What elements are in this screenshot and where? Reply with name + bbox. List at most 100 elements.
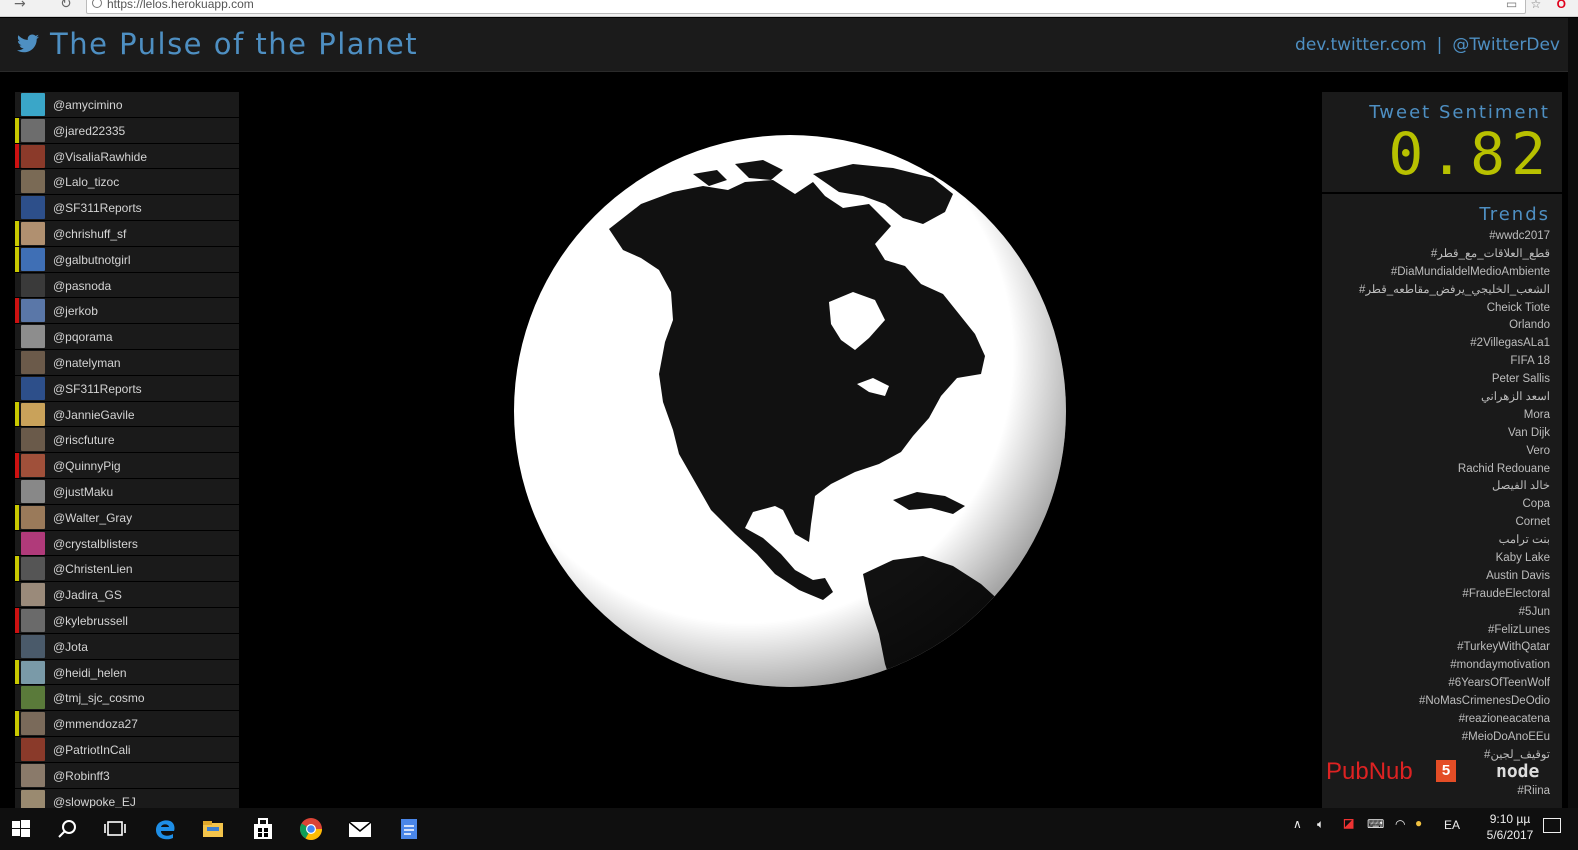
trend-item[interactable]: #NoMasCrimenesDeOdio: [1359, 693, 1550, 711]
user-handle[interactable]: @slowpoke_EJ: [53, 795, 136, 808]
user-list-item[interactable]: @chrishuff_sf: [15, 220, 239, 247]
user-handle[interactable]: @natelyman: [53, 356, 121, 370]
user-list-item[interactable]: @heidi_helen: [15, 659, 239, 686]
trend-item[interactable]: Austin Davis: [1359, 568, 1550, 586]
avatar[interactable]: [21, 763, 45, 787]
avatar[interactable]: [21, 144, 45, 168]
user-handle[interactable]: @SF311Reports: [53, 201, 142, 215]
taskbar-clock[interactable]: 9:10 µµ 5/6/2017: [1480, 811, 1540, 843]
action-center-icon[interactable]: [1543, 818, 1561, 833]
user-list-item[interactable]: @jerkob: [15, 298, 239, 325]
user-list-item[interactable]: @VisaliaRawhide: [15, 143, 239, 170]
opera-icon[interactable]: O: [1557, 0, 1566, 11]
user-list-item[interactable]: @galbutnotgirl: [15, 246, 239, 273]
avatar[interactable]: [21, 454, 45, 478]
user-handle[interactable]: @QuinnyPig: [53, 459, 121, 473]
avatar[interactable]: [21, 402, 45, 426]
user-handle[interactable]: @amycimino: [53, 98, 123, 112]
trend-item[interactable]: Copa: [1359, 496, 1551, 514]
avatar[interactable]: [21, 686, 45, 710]
avatar[interactable]: [21, 557, 45, 581]
trend-item[interactable]: Cornet: [1359, 514, 1550, 532]
avatar[interactable]: [21, 428, 45, 452]
user-list-item[interactable]: @natelyman: [15, 349, 239, 376]
user-list-item[interactable]: @jared22335: [15, 117, 239, 144]
user-list-item[interactable]: @crystalblisters: [15, 530, 239, 557]
avatar[interactable]: [21, 376, 45, 400]
trend-item[interactable]: Van Dijk: [1359, 425, 1550, 443]
avatar[interactable]: [21, 479, 45, 503]
forward-icon[interactable]: →: [14, 0, 26, 12]
trend-item[interactable]: #reazioneacatena: [1359, 711, 1550, 729]
user-handle[interactable]: @Walter_Gray: [53, 511, 132, 525]
weather-icon[interactable]: ●: [1415, 816, 1422, 830]
avatar[interactable]: [21, 583, 45, 607]
store-icon[interactable]: [250, 816, 276, 842]
acrobat-icon[interactable]: ◪: [1343, 816, 1354, 830]
page-scrollbar[interactable]: [1568, 18, 1578, 808]
user-list-item[interactable]: @pasnoda: [15, 272, 239, 299]
info-icon[interactable]: [92, 0, 102, 8]
trend-item[interactable]: #FraudeElectoral: [1359, 586, 1550, 604]
trend-item[interactable]: #2VillegasALa1: [1359, 335, 1550, 353]
user-handle[interactable]: @Jadira_GS: [53, 588, 122, 602]
trend-item[interactable]: Vero: [1359, 443, 1550, 461]
user-handle[interactable]: @Robinff3: [53, 769, 110, 783]
user-list-item[interactable]: @mmendoza27: [15, 711, 239, 737]
globe-map[interactable]: [513, 134, 1067, 688]
user-handle[interactable]: @chrishuff_sf: [53, 227, 126, 241]
trend-item[interactable]: Kaby Lake: [1359, 550, 1550, 568]
user-handle[interactable]: @kylebrussell: [53, 614, 128, 628]
user-handle[interactable]: @pasnoda: [53, 279, 111, 293]
avatar[interactable]: [21, 789, 45, 808]
user-handle[interactable]: @ChristenLien: [53, 562, 133, 576]
avatar[interactable]: [21, 505, 45, 529]
user-list-item[interactable]: @Jota: [15, 633, 239, 660]
avatar[interactable]: [21, 196, 45, 220]
extension-icon[interactable]: ▭: [1506, 0, 1517, 11]
trend-item[interactable]: اسعد الزهراني: [1359, 389, 1550, 407]
twitterdev-link[interactable]: @TwitterDev: [1452, 35, 1560, 55]
user-list-item[interactable]: @ChristenLien: [15, 556, 239, 583]
avatar[interactable]: [21, 325, 45, 349]
address-bar[interactable]: https://lelos.herokuapp.com: [86, 0, 1526, 14]
user-handle[interactable]: @SF311Reports: [53, 382, 142, 396]
trend-item[interactable]: #الشعب_الخليجي_يرفض_مقاطعه_قطر: [1359, 282, 1550, 300]
dev-twitter-link[interactable]: dev.twitter.com: [1295, 35, 1427, 55]
user-list-item[interactable]: @SF311Reports: [15, 375, 239, 402]
user-list-item[interactable]: @Jadira_GS: [15, 582, 239, 608]
volume-icon[interactable]: 🔈︎: [1317, 817, 1324, 832]
bookmark-star-icon[interactable]: ☆: [1531, 0, 1542, 11]
trend-item[interactable]: خالد الفيصل: [1359, 478, 1550, 496]
trend-item[interactable]: #قطع_العلاقات_مع_قطر: [1359, 246, 1550, 264]
trend-item[interactable]: #FelizLunes: [1359, 622, 1550, 640]
user-handle[interactable]: @jerkob: [53, 304, 98, 318]
avatar[interactable]: [21, 299, 45, 323]
user-handle[interactable]: @JannieGavile: [53, 408, 135, 422]
user-handle[interactable]: @pqorama: [53, 330, 113, 344]
user-handle[interactable]: @riscfuture: [53, 433, 115, 447]
trend-item[interactable]: #TurkeyWithQatar: [1359, 639, 1550, 657]
avatar[interactable]: [21, 118, 45, 142]
user-handle[interactable]: @jared22335: [53, 124, 125, 138]
avatar[interactable]: [21, 221, 45, 245]
user-list-item[interactable]: @Walter_Gray: [15, 504, 239, 531]
docs-icon[interactable]: [396, 816, 422, 842]
trend-item[interactable]: #DiaMundialdelMedioAmbiente: [1359, 264, 1550, 282]
chrome-icon[interactable]: [298, 816, 324, 842]
user-list-item[interactable]: @SF311Reports: [15, 195, 239, 221]
edge-icon[interactable]: [152, 816, 178, 842]
trend-item[interactable]: #MeioDoAnoEEu: [1359, 729, 1550, 747]
language-indicator[interactable]: EA: [1444, 818, 1460, 832]
trend-item[interactable]: Orlando: [1359, 317, 1550, 335]
user-handle[interactable]: @PatriotInCali: [53, 743, 131, 757]
user-handle[interactable]: @Jota: [53, 640, 88, 654]
user-list-item[interactable]: @Robinff3: [15, 762, 239, 789]
user-list-item[interactable]: @PatriotInCali: [15, 736, 239, 763]
wifi-icon[interactable]: ◠: [1395, 817, 1405, 831]
avatar[interactable]: [21, 737, 45, 761]
user-list-item[interactable]: @JannieGavile: [15, 401, 239, 428]
windows-start-icon[interactable]: [8, 816, 34, 842]
trend-item[interactable]: بنت ترامب: [1359, 532, 1550, 550]
user-list-item[interactable]: @QuinnyPig: [15, 453, 239, 479]
